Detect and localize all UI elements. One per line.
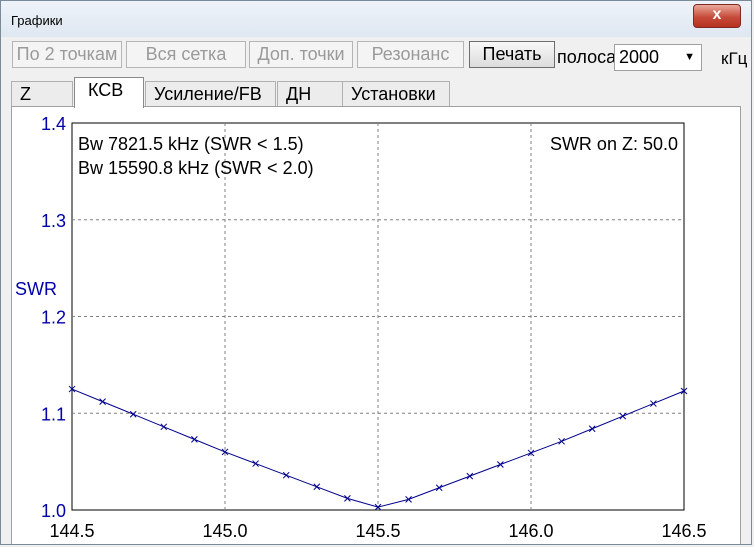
resonance-button[interactable]: Резонанс [357, 41, 464, 68]
unit-label: кГц [721, 49, 748, 68]
y-tick-label: 1.0 [41, 501, 66, 521]
bandwidth-annotation-2: Bw 15590.8 kHz (SWR < 2.0) [78, 158, 314, 178]
tab-swr[interactable]: КСВ [74, 77, 144, 108]
x-tick-label: 146.0 [508, 521, 553, 541]
close-button[interactable]: x [693, 4, 741, 28]
window-title: Графики [11, 13, 63, 28]
plot-panel: 1.4 1.3 1.2 1.1 1.0 144.5 145.0 145.5 146.0 146.5… [11, 106, 741, 544]
x-tick-label: 146.5 [661, 521, 706, 541]
x-tick-label: 145.5 [355, 521, 400, 541]
x-tick-label: 145.0 [202, 521, 247, 541]
extra-points-button[interactable]: Доп. точки [249, 41, 353, 68]
y-axis-label: SWR [15, 279, 57, 299]
y-tick-label: 1.4 [41, 114, 66, 134]
swr-chart: 1.4 1.3 1.2 1.1 1.0144.5 145.0 145.5 146.0 146.5… [15, 114, 707, 541]
print-button[interactable]: Печать [469, 41, 555, 68]
close-icon: x [712, 6, 722, 23]
band-label: полоса [557, 47, 617, 67]
tab-gain-fb[interactable]: Усиление/FB [145, 81, 276, 107]
x-tick-label: 144.5 [49, 521, 94, 541]
graphs-window: Графики x По 2 точкам Вся сетка Доп. точ… [0, 0, 752, 545]
y-tick-label: 1.2 [41, 308, 66, 328]
whole-grid-button[interactable]: Вся сетка [126, 41, 246, 68]
bandwidth-annotation-1: Bw 7821.5 kHz (SWR < 1.5) [78, 134, 304, 154]
tab-z[interactable]: Z [11, 81, 73, 107]
band-value: 2000 [619, 47, 660, 67]
title-bar[interactable]: Графики x [1, 1, 751, 37]
impedance-annotation: SWR on Z: 50.0 [550, 134, 678, 154]
tab-pattern[interactable]: ДН [277, 81, 343, 107]
tab-settings[interactable]: Установки [342, 81, 450, 107]
y-tick-label: 1.3 [41, 211, 66, 231]
y-tick-label: 1.1 [41, 404, 66, 424]
two-points-button[interactable]: По 2 точкам [12, 41, 122, 68]
chevron-down-icon: ▼ [684, 51, 695, 63]
band-select[interactable]: 2000 ▼ [614, 44, 702, 71]
